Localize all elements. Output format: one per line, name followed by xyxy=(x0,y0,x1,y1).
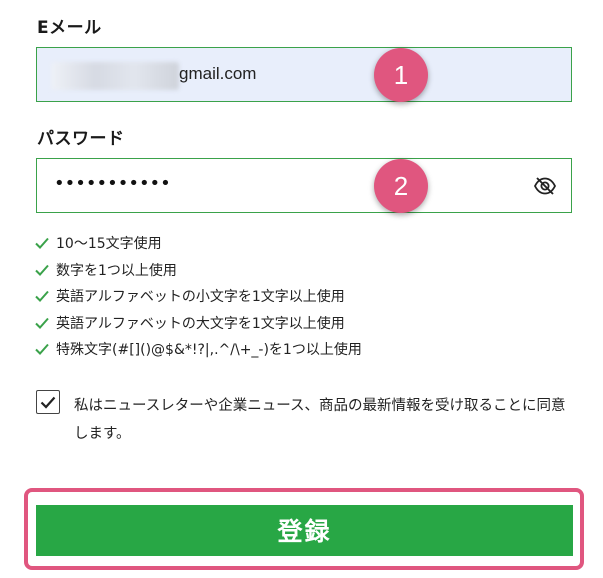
password-value: ••••••••••• xyxy=(54,173,171,194)
rule-item: 英語アルファベットの大文字を1文字以上使用 xyxy=(35,310,362,337)
rule-item: 数字を1つ以上使用 xyxy=(35,257,362,284)
checkmark-icon xyxy=(40,396,56,409)
rule-text: 10～15文字使用 xyxy=(56,236,162,253)
rule-text: 特殊文字(#[]()@$&*!?|,.^/\+_-)を1つ以上使用 xyxy=(56,342,362,359)
consent-checkbox[interactable] xyxy=(36,390,60,414)
rule-item: 英語アルファベットの小文字を1文字以上使用 xyxy=(35,283,362,310)
register-button[interactable]: 登録 xyxy=(36,505,573,556)
password-rules-list: 10～15文字使用 数字を1つ以上使用 英語アルファベットの小文字を1文字以上使… xyxy=(35,230,362,363)
redacted-email-prefix xyxy=(51,62,179,90)
rule-item: 特殊文字(#[]()@$&*!?|,.^/\+_-)を1つ以上使用 xyxy=(35,336,362,363)
step-2-badge: 2 xyxy=(374,159,428,213)
check-icon xyxy=(35,291,49,303)
rule-text: 英語アルファベットの大文字を1文字以上使用 xyxy=(56,315,345,332)
password-field[interactable]: ••••••••••• xyxy=(36,158,572,213)
check-icon xyxy=(35,317,49,329)
email-label: Eメール xyxy=(37,18,102,38)
rule-text: 数字を1つ以上使用 xyxy=(56,262,177,279)
consent-text: 私はニュースレターや企業ニュース、商品の最新情報を受け取ることに同意します。 xyxy=(74,398,566,442)
check-icon xyxy=(35,344,49,356)
rule-text: 英語アルファベットの小文字を1文字以上使用 xyxy=(56,289,345,306)
check-icon xyxy=(35,264,49,276)
check-icon xyxy=(35,238,49,250)
newsletter-consent: 私はニュースレターや企業ニュース、商品の最新情報を受け取ることに同意します。 xyxy=(36,390,592,448)
step-1-badge: 1 xyxy=(374,48,428,102)
eye-off-icon[interactable] xyxy=(533,176,557,196)
password-label: パスワード xyxy=(37,129,125,149)
rule-item: 10～15文字使用 xyxy=(35,230,362,257)
email-field[interactable]: gmail.com xyxy=(36,47,572,102)
email-value: gmail.com xyxy=(179,64,257,83)
